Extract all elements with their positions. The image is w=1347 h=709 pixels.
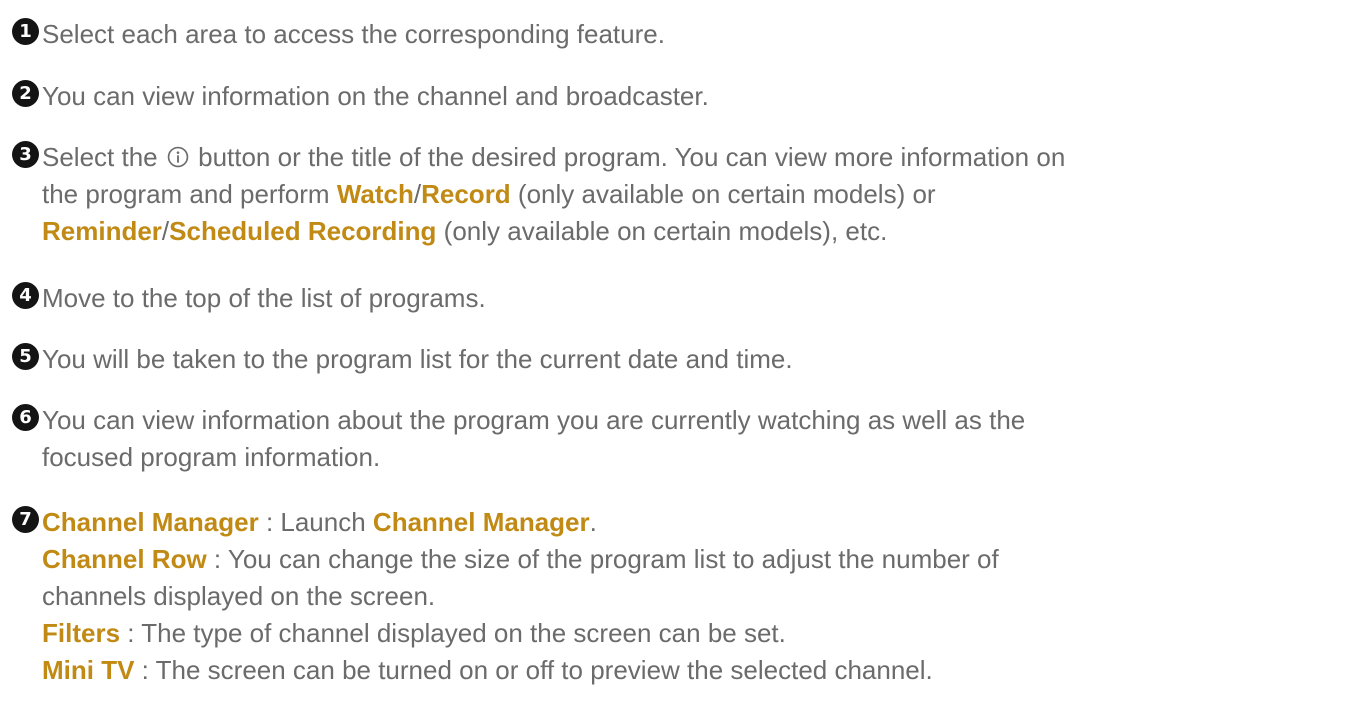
scheduled-recording-term: Scheduled Recording [169,216,437,246]
list-item-5: 5 You will be taken to the program list … [12,341,1327,378]
record-term: Record [421,179,511,209]
number-badge-6: 6 [12,404,39,431]
item-4-text: Move to the top of the list of programs. [42,283,486,313]
watch-term: Watch [336,179,414,209]
reminder-term: Reminder [42,216,162,246]
mini-tv-row: Mini TV : The screen can be turned on or… [42,655,933,685]
item-6-text: You can view information about the progr… [42,405,1026,472]
info-circle-icon [167,146,189,168]
number-badge-4: 4 [12,282,39,309]
item-3-text: Select the button or the title of the de… [42,142,1066,246]
filters-term: Filters [42,618,121,648]
list-item-2: 2 You can view information on the channe… [12,78,1327,115]
filters-row: Filters : The type of channel displayed … [42,618,786,648]
number-badge-2: 2 [12,80,39,107]
item-7-text: Channel Manager : Launch Channel Manager… [42,504,1327,689]
number-badge-5: 5 [12,343,39,370]
list-item-3: 3 Select the button or the title of the … [12,139,1327,250]
channel-manager-row: Channel Manager : Launch Channel Manager… [42,507,597,537]
channel-manager-target: Channel Manager [372,507,590,537]
feature-description-list: 1 Select each area to access the corresp… [0,0,1347,709]
channel-manager-term: Channel Manager [42,507,259,537]
item-1-text: Select each area to access the correspon… [42,19,665,49]
item-5-text: You will be taken to the program list fo… [42,344,793,374]
mini-tv-term: Mini TV [42,655,135,685]
number-badge-3: 3 [12,141,39,168]
channel-row-row: Channel Row : You can change the size of… [42,544,999,574]
item-2-text: You can view information on the channel … [42,81,709,111]
channel-row-term: Channel Row [42,544,207,574]
list-item-6: 6 You can view information about the pro… [12,402,1327,476]
number-badge-1: 1 [12,18,39,45]
list-item-7: 7 Channel Manager : Launch Channel Manag… [12,504,1327,689]
list-item-1: 1 Select each area to access the corresp… [12,16,1327,53]
number-badge-7: 7 [12,506,39,533]
list-item-4: 4 Move to the top of the list of program… [12,280,1327,317]
